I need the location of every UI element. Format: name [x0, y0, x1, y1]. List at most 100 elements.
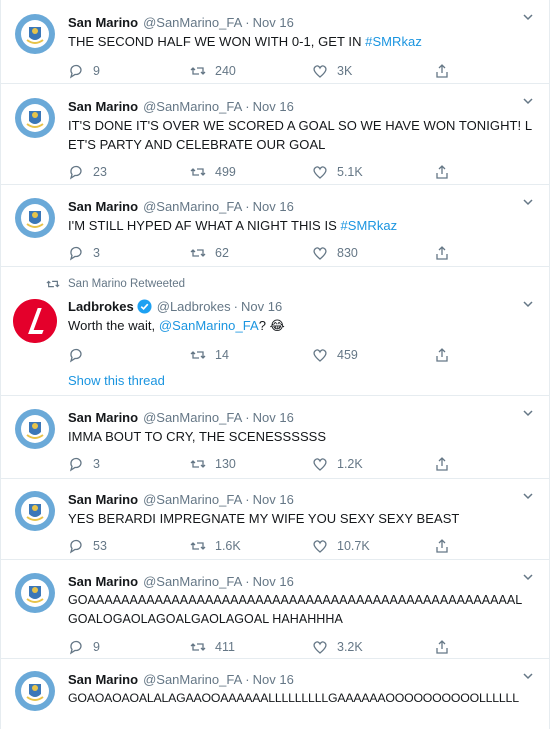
- tweet[interactable]: San Marino @SanMarino_FA · Nov 16 GOAOAO…: [1, 659, 549, 729]
- tweet-actions: 3 62 830: [68, 238, 537, 268]
- tweet-date[interactable]: Nov 16: [253, 99, 294, 114]
- display-name[interactable]: San Marino: [68, 99, 138, 114]
- tweet[interactable]: San Marino @SanMarino_FA · Nov 16 IMMA B…: [1, 396, 549, 479]
- reply-count: 3: [93, 457, 100, 471]
- avatar[interactable]: [13, 196, 57, 240]
- share-button[interactable]: [434, 639, 454, 655]
- share-button[interactable]: [434, 245, 454, 261]
- tweet-date[interactable]: Nov 16: [253, 410, 294, 425]
- retweet-icon: [190, 249, 206, 257]
- chevron-down-icon[interactable]: [521, 10, 535, 24]
- display-name[interactable]: San Marino: [68, 15, 138, 30]
- avatar[interactable]: [13, 12, 57, 56]
- separator-dot: ·: [245, 491, 250, 507]
- display-name[interactable]: San Marino: [68, 574, 138, 589]
- tweet[interactable]: San Marino Retweeted Ladbrokes @Ladbroke…: [1, 267, 549, 396]
- reply-button[interactable]: [68, 347, 190, 363]
- avatar[interactable]: [13, 669, 57, 713]
- like-button[interactable]: 3K: [312, 63, 434, 79]
- tweet[interactable]: San Marino @SanMarino_FA · Nov 16 GOAAAA…: [1, 560, 549, 659]
- tweet-date[interactable]: Nov 16: [253, 672, 294, 687]
- like-button[interactable]: 3.2K: [312, 639, 434, 655]
- user-handle[interactable]: @SanMarino_FA: [143, 410, 242, 425]
- reply-button[interactable]: 9: [68, 63, 190, 79]
- user-handle[interactable]: @Ladbrokes: [157, 299, 231, 314]
- separator-dot: ·: [233, 298, 238, 314]
- user-handle[interactable]: @SanMarino_FA: [143, 492, 242, 507]
- retweet-context: San Marino Retweeted: [46, 267, 537, 293]
- avatar[interactable]: [13, 96, 57, 140]
- tweet-date[interactable]: Nov 16: [253, 574, 294, 589]
- reply-button[interactable]: 9: [68, 639, 190, 655]
- chevron-down-icon[interactable]: [521, 297, 535, 311]
- retweet-button[interactable]: 62: [190, 245, 312, 261]
- chevron-down-icon[interactable]: [521, 94, 535, 108]
- chevron-down-icon[interactable]: [521, 406, 535, 420]
- retweet-icon: [190, 67, 206, 75]
- tweet[interactable]: San Marino @SanMarino_FA · Nov 16 I'M ST…: [1, 185, 549, 267]
- reply-button[interactable]: 3: [68, 245, 190, 261]
- reply-button[interactable]: 3: [68, 456, 190, 472]
- user-handle[interactable]: @SanMarino_FA: [143, 672, 242, 687]
- display-name[interactable]: San Marino: [68, 672, 138, 687]
- chevron-down-icon[interactable]: [521, 195, 535, 209]
- share-button[interactable]: [434, 456, 454, 472]
- avatar[interactable]: [13, 407, 57, 451]
- display-name[interactable]: Ladbrokes: [68, 299, 134, 314]
- retweet-button[interactable]: 14: [190, 347, 312, 363]
- share-button[interactable]: [434, 63, 454, 79]
- share-button[interactable]: [434, 164, 454, 180]
- reply-count: 3: [93, 246, 100, 260]
- tweet-body: THE SECOND HALF WE WON WITH 0-1, GET IN: [68, 34, 366, 49]
- show-thread-link[interactable]: Show this thread: [68, 370, 537, 394]
- retweet-button[interactable]: 411: [190, 639, 312, 655]
- retweet-button[interactable]: 499: [190, 164, 312, 180]
- tweet-date[interactable]: Nov 16: [253, 492, 294, 507]
- like-button[interactable]: 459: [312, 347, 434, 363]
- display-name[interactable]: San Marino: [68, 492, 138, 507]
- share-button[interactable]: [434, 538, 454, 554]
- user-handle[interactable]: @SanMarino_FA: [143, 574, 242, 589]
- reply-icon: [69, 64, 82, 79]
- retweet-count: 14: [215, 348, 229, 362]
- retweeted-by-label[interactable]: San Marino Retweeted: [68, 278, 185, 290]
- tweet-text: THE SECOND HALF WE WON WITH 0-1, GET IN …: [68, 32, 537, 51]
- share-icon: [436, 165, 448, 179]
- tweet-date[interactable]: Nov 16: [241, 299, 282, 314]
- like-button[interactable]: 830: [312, 245, 434, 261]
- retweet-button[interactable]: 130: [190, 456, 312, 472]
- user-handle[interactable]: @SanMarino_FA: [143, 99, 242, 114]
- mention-link[interactable]: @SanMarino_FA: [159, 318, 259, 333]
- tweet[interactable]: San Marino @SanMarino_FA · Nov 16 YES BE…: [1, 479, 549, 560]
- tweet[interactable]: San Marino @SanMarino_FA · Nov 16 THE SE…: [1, 0, 549, 84]
- reply-button[interactable]: 23: [68, 164, 190, 180]
- avatar[interactable]: [13, 571, 57, 615]
- tweet-text: YES BERARDI IMPREGNATE MY WIFE YOU SEXY …: [68, 511, 460, 526]
- share-button[interactable]: [434, 347, 454, 363]
- avatar[interactable]: [13, 489, 57, 533]
- tweet-header: Ladbrokes @Ladbrokes · Nov 16: [68, 296, 537, 316]
- retweet-button[interactable]: 240: [190, 63, 312, 79]
- hashtag-link[interactable]: #SMRkaz: [365, 34, 422, 49]
- reply-button[interactable]: 53: [68, 538, 190, 554]
- chevron-down-icon[interactable]: [521, 570, 535, 584]
- like-button[interactable]: 5.1K: [312, 164, 434, 180]
- retweet-icon: [190, 542, 206, 550]
- display-name[interactable]: San Marino: [68, 410, 138, 425]
- like-button[interactable]: 1.2K: [312, 456, 434, 472]
- tweet-date[interactable]: Nov 16: [253, 199, 294, 214]
- like-count: 1.2K: [337, 457, 363, 471]
- user-handle[interactable]: @SanMarino_FA: [143, 199, 242, 214]
- retweet-count: 1.6K: [215, 539, 241, 553]
- chevron-down-icon[interactable]: [521, 669, 535, 683]
- user-handle[interactable]: @SanMarino_FA: [143, 15, 242, 30]
- display-name[interactable]: San Marino: [68, 199, 138, 214]
- reply-count: 53: [93, 539, 107, 553]
- avatar[interactable]: [13, 299, 57, 343]
- hashtag-link[interactable]: #SMRkaz: [341, 218, 398, 233]
- tweet-date[interactable]: Nov 16: [253, 15, 294, 30]
- chevron-down-icon[interactable]: [521, 489, 535, 503]
- tweet[interactable]: San Marino @SanMarino_FA · Nov 16 IT'S D…: [1, 84, 549, 185]
- retweet-button[interactable]: 1.6K: [190, 538, 312, 554]
- like-button[interactable]: 10.7K: [312, 538, 434, 554]
